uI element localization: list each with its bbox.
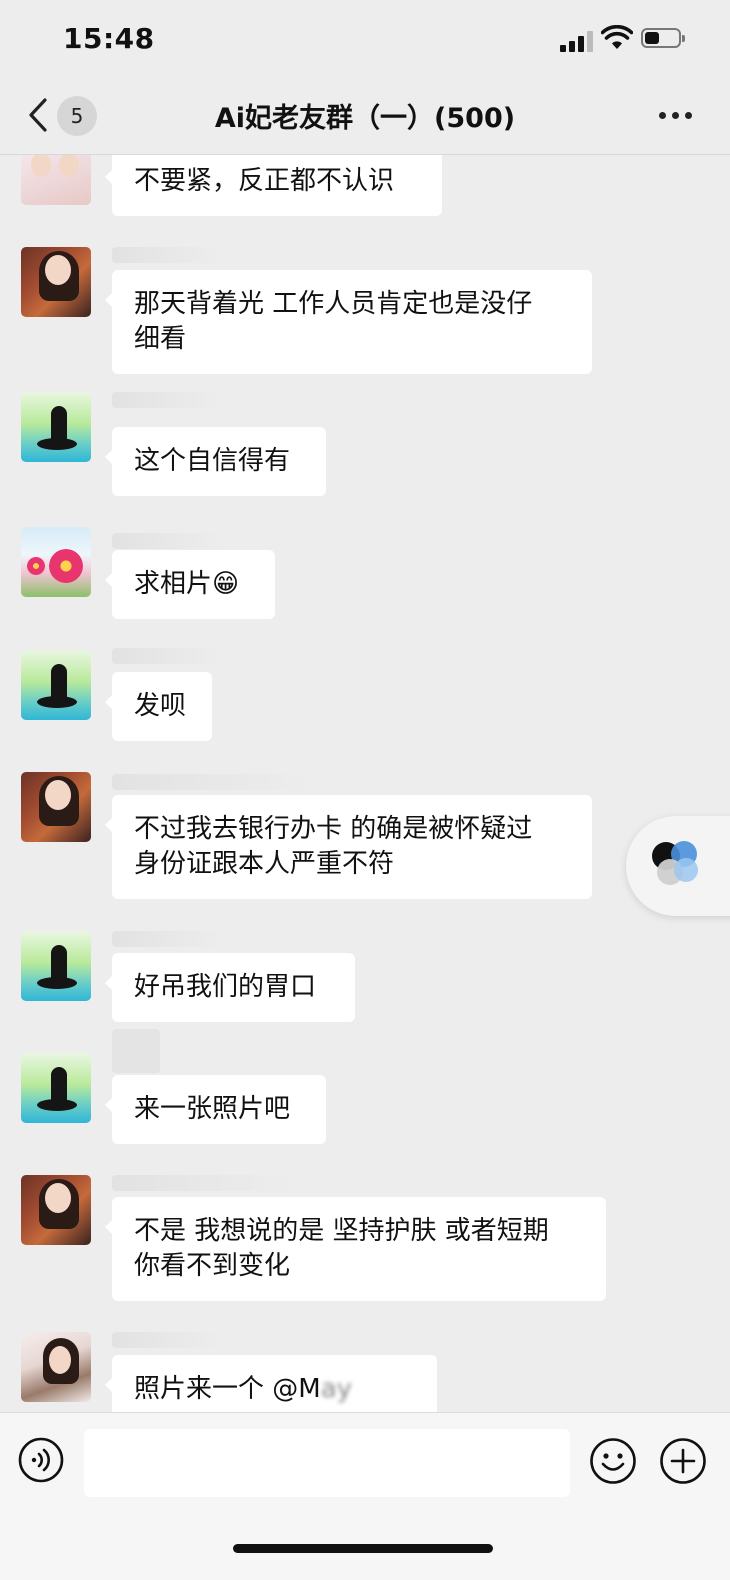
chat-title: Ai妃老友群（一）(500) bbox=[214, 103, 516, 134]
avatar[interactable] bbox=[21, 1053, 91, 1123]
message-text: 不要紧，反正都不认识 bbox=[134, 166, 395, 196]
chat-header: 5 Ai妃老友群（一）(500) bbox=[0, 80, 730, 155]
avatar[interactable] bbox=[21, 772, 91, 842]
message-text-line: 细看 bbox=[134, 324, 187, 354]
message-text-line: 你看不到变化 bbox=[134, 1251, 291, 1281]
message-bubble[interactable]: 不是 我想说的是 坚持护肤 或者短期 你看不到变化 bbox=[105, 1197, 606, 1301]
battery-icon bbox=[641, 28, 685, 48]
avatar[interactable] bbox=[21, 1332, 91, 1402]
message-bubble[interactable]: 那天背着光 工作人员肯定也是没仔 细看 bbox=[105, 270, 592, 374]
avatar[interactable] bbox=[21, 1175, 91, 1245]
avatar[interactable] bbox=[21, 931, 91, 1001]
message-bubble[interactable]: 求相片😁 bbox=[105, 550, 275, 619]
sender-name-redacted bbox=[112, 774, 312, 790]
sender-name-redacted bbox=[112, 1175, 292, 1191]
sender-name-redacted bbox=[112, 392, 222, 408]
message-text: 这个自信得有 bbox=[134, 446, 291, 476]
message-text: 好吊我们的胃口 bbox=[134, 972, 317, 1002]
more-dots-icon[interactable] bbox=[659, 112, 693, 120]
message-text-line: 不是 我想说的是 坚持护肤 或者短期 bbox=[134, 1216, 549, 1246]
floating-bubble-button[interactable] bbox=[626, 816, 730, 916]
avatar[interactable] bbox=[21, 155, 91, 205]
sender-name-redacted bbox=[112, 1332, 222, 1348]
sender-name-redacted bbox=[112, 1029, 160, 1073]
home-indicator[interactable] bbox=[233, 1544, 493, 1553]
message-text-line: 身份证跟本人严重不符 bbox=[134, 849, 395, 879]
battery-level bbox=[645, 32, 660, 44]
message-bubble[interactable]: 不要紧，反正都不认识 bbox=[105, 155, 442, 216]
message-text: 求相片 bbox=[134, 569, 213, 599]
message-text: 发呗 bbox=[134, 691, 187, 721]
status-bar: 15:48 bbox=[0, 0, 730, 80]
message-list[interactable]: 不要紧，反正都不认识 那天背着光 工作人员肯定也是没仔 细看 这个自信得有 求相… bbox=[0, 155, 730, 1412]
wifi-icon bbox=[601, 25, 633, 49]
message-bubble[interactable]: 不过我去银行办卡 的确是被怀疑过 身份证跟本人严重不符 bbox=[105, 795, 592, 899]
message-text: 照片来一个 @M bbox=[134, 1374, 321, 1404]
cellular-signal-icon bbox=[560, 30, 594, 52]
message-bubble[interactable]: 照片来一个 @May bbox=[105, 1355, 437, 1412]
emoji-icon[interactable] bbox=[589, 1437, 637, 1485]
sender-name-redacted bbox=[112, 533, 222, 549]
avatar[interactable] bbox=[21, 392, 91, 462]
message-text-line: 那天背着光 工作人员肯定也是没仔 bbox=[134, 289, 533, 319]
grin-emoji: 😁 bbox=[212, 569, 240, 599]
avatar[interactable] bbox=[21, 650, 91, 720]
plus-icon[interactable] bbox=[659, 1437, 707, 1485]
avatar[interactable] bbox=[21, 527, 91, 597]
message-bubble[interactable]: 发呗 bbox=[105, 672, 212, 741]
message-bubble[interactable]: 好吊我们的胃口 bbox=[105, 953, 355, 1022]
input-bar bbox=[0, 1412, 730, 1580]
message-bubble[interactable]: 这个自信得有 bbox=[105, 427, 326, 496]
message-text: 来一张照片吧 bbox=[134, 1094, 291, 1124]
sender-name-redacted bbox=[112, 648, 222, 664]
message-input[interactable] bbox=[84, 1429, 570, 1497]
avatar[interactable] bbox=[21, 247, 91, 317]
message-text-line: 不过我去银行办卡 的确是被怀疑过 bbox=[134, 814, 533, 844]
sender-name-redacted bbox=[112, 247, 222, 263]
unread-count-badge[interactable]: 5 bbox=[57, 96, 97, 136]
message-bubble[interactable]: 来一张照片吧 bbox=[105, 1075, 326, 1144]
status-time: 15:48 bbox=[63, 22, 155, 55]
floating-bubble-icon bbox=[652, 841, 698, 885]
sender-name-redacted bbox=[112, 931, 222, 947]
voice-icon[interactable] bbox=[18, 1437, 64, 1483]
back-chevron-icon[interactable] bbox=[26, 97, 52, 133]
redacted-mention: ay bbox=[320, 1374, 353, 1404]
